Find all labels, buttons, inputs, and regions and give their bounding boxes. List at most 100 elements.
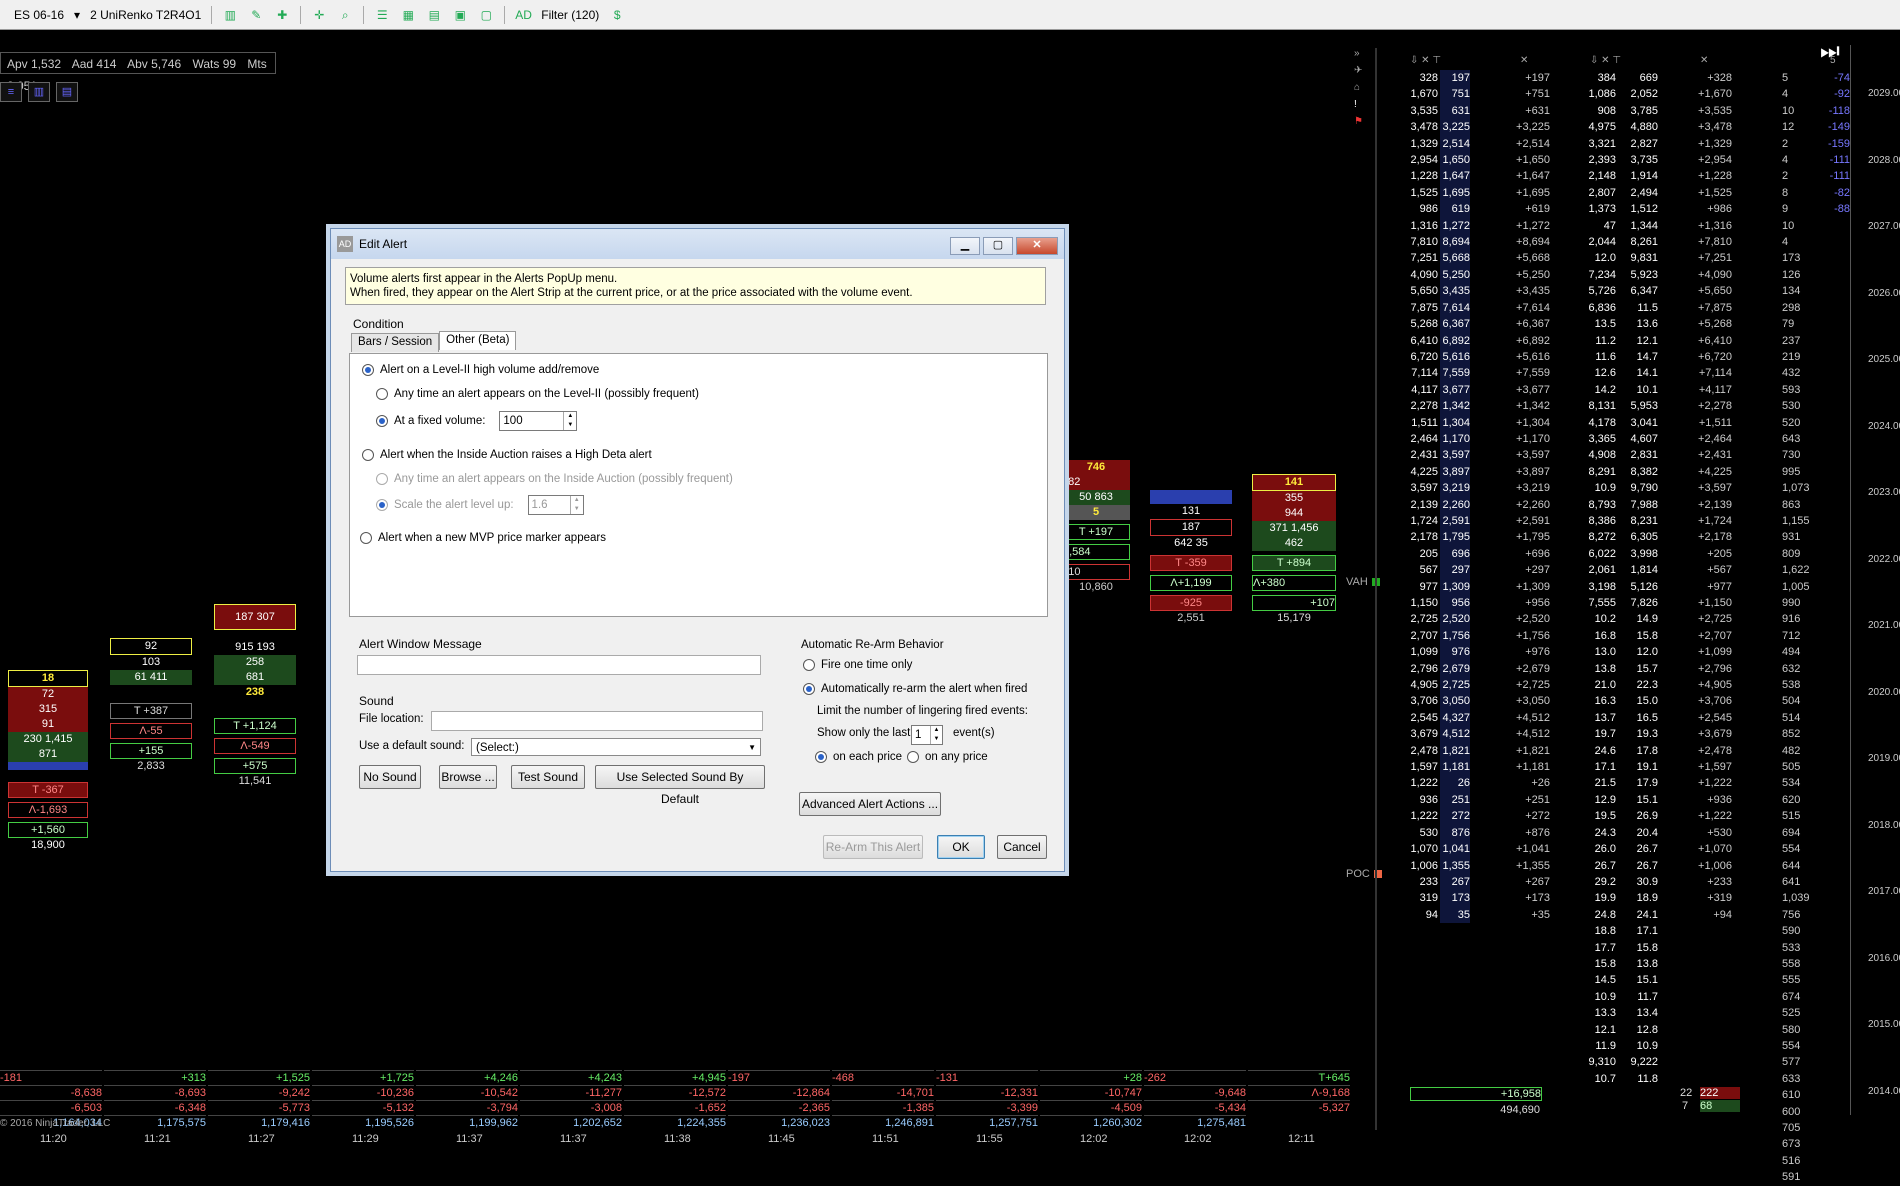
ad-icon[interactable]: AD <box>515 7 532 23</box>
ok-button[interactable]: OK <box>937 835 985 859</box>
ladder-ask-cell: 3,219 <box>1442 482 1470 495</box>
ladder-bid2-cell: 7,234 <box>1588 268 1616 281</box>
strip-cell: -262 <box>1144 1070 1246 1085</box>
stat-wats: Wats 99 <box>192 57 237 71</box>
summary-volume: 494,690 <box>1500 1104 1540 1116</box>
flag-icon[interactable]: ⚑ <box>1354 116 1370 127</box>
on-each-price-option[interactable]: on each price <box>815 751 902 763</box>
ladder-delta2-cell: +1,150 <box>1698 597 1732 609</box>
ladder-delta2-cell: +7,875 <box>1698 301 1732 314</box>
pin-icon[interactable]: ✈ <box>1354 65 1370 76</box>
ladder-ask-cell: 976 <box>1451 646 1470 659</box>
bar-type-icon[interactable]: ▥ <box>222 7 238 23</box>
test-sound-button[interactable]: Test Sound <box>511 765 585 789</box>
price-label: 2027.00 <box>1868 221 1900 232</box>
price-label: 2017.00 <box>1868 886 1900 897</box>
skip-end-icon[interactable]: ⏭ <box>1820 38 1840 64</box>
tab-bars-session[interactable]: Bars / Session <box>351 333 440 352</box>
ladder-delta2-cell: +4,117 <box>1698 383 1732 396</box>
price-label: 2024.00 <box>1868 420 1900 432</box>
menu-icon[interactable]: ≡ <box>0 82 22 102</box>
radio-fire-once[interactable] <box>803 659 815 671</box>
use-selected-sound-button[interactable]: Use Selected Sound By Default <box>595 765 765 806</box>
ladder-bid2-cell: 19.5 <box>1594 810 1616 823</box>
strip-cell: 1,224,355 <box>624 1115 726 1130</box>
radio-fixed[interactable] <box>376 415 388 427</box>
chevron-down-icon[interactable]: ▾ <box>74 8 80 22</box>
option-inside-auction[interactable]: Alert when the Inside Auction raises a H… <box>362 449 652 461</box>
crosshair-icon[interactable]: ✛ <box>311 7 327 23</box>
bar-delta: -925 <box>1150 595 1232 611</box>
browse-button[interactable]: Browse ... <box>439 765 497 789</box>
radio-level2[interactable] <box>362 364 374 376</box>
ladder-bid2-cell: 2,148 <box>1588 170 1616 183</box>
chart-type-selector[interactable]: 2 UniRenko T2R4O1 <box>90 8 201 22</box>
radio-auto-rearm[interactable] <box>803 683 815 695</box>
no-sound-button[interactable]: No Sound <box>359 765 421 789</box>
close-icon[interactable]: ✕ <box>1016 237 1058 255</box>
default-sound-select[interactable]: (Select:) ▼ <box>471 738 761 756</box>
on-any-price-option[interactable]: on any price <box>907 751 988 763</box>
option-level2[interactable]: Alert on a Level-II high volume add/remo… <box>362 364 599 376</box>
ladder-bid2-cell: 3,321 <box>1588 137 1616 150</box>
ladder-bid2-cell: 13.5 <box>1594 318 1616 331</box>
bars-icon[interactable]: ▥ <box>28 82 50 102</box>
option-any-l2[interactable]: Any time an alert appears on the Level-I… <box>376 388 699 400</box>
bar-value: 72 <box>8 687 88 702</box>
ladder-delta-cell: +1,355 <box>1516 859 1550 872</box>
properties-icon[interactable]: ☰ <box>374 7 390 23</box>
tab-other-beta[interactable]: Other (Beta) <box>439 331 517 350</box>
lock-icon[interactable]: ⌂ <box>1354 82 1370 93</box>
strategies-icon[interactable]: ▤ <box>426 7 442 23</box>
snapshot-icon[interactable]: ▣ <box>452 7 468 23</box>
zoom-icon[interactable]: ⌕ <box>337 7 353 23</box>
ladder-bid-cell: 1,316 <box>1410 219 1438 232</box>
fixed-volume-stepper[interactable]: 100 ▲ ▼ <box>499 411 578 431</box>
file-location-input[interactable] <box>431 711 763 731</box>
ladder-bid-cell: 2,139 <box>1410 498 1438 511</box>
cancel-button[interactable]: Cancel <box>997 835 1047 859</box>
radio-any-l2[interactable] <box>376 388 388 400</box>
instrument-selector[interactable]: ES 06-16 <box>14 8 64 22</box>
dollar-icon[interactable]: $ <box>609 7 625 23</box>
advanced-alert-actions-button[interactable]: Advanced Alert Actions ... <box>799 792 941 816</box>
expand-icon[interactable]: » <box>1354 48 1370 59</box>
stepper-arrows[interactable]: ▲ ▼ <box>929 726 942 744</box>
radio-inside[interactable] <box>362 449 374 461</box>
ladder-pl-cell: 4 <box>1782 236 1789 249</box>
ladder-delta-cell: +1,309 <box>1516 580 1550 593</box>
panel-icon[interactable]: ▤ <box>56 82 78 102</box>
window-message-input[interactable] <box>357 655 761 675</box>
add-indicator-icon[interactable]: ✚ <box>274 7 290 23</box>
strip-cell: -6,348 <box>104 1100 206 1115</box>
option-mvp[interactable]: Alert when a new MVP price marker appear… <box>360 532 606 544</box>
ladder-pl-cell: 931 <box>1782 531 1801 544</box>
filter-button[interactable]: Filter (120) <box>541 8 599 22</box>
stepper-value[interactable]: 1 <box>912 726 930 744</box>
ladder-bid2-cell: 21.0 <box>1594 679 1616 692</box>
strip-cell: 1,195,526 <box>312 1115 414 1130</box>
pencil-icon[interactable]: ✎ <box>248 7 264 23</box>
ladder-ask-cell: 1,355 <box>1442 859 1470 872</box>
stepper-value[interactable]: 100 <box>500 412 563 430</box>
fire-once-option[interactable]: Fire one time only <box>803 659 912 671</box>
auto-rearm-option[interactable]: Automatically re-arm the alert when fire… <box>803 683 1027 695</box>
data-box-icon[interactable]: ▢ <box>478 7 494 23</box>
show-last-stepper[interactable]: 1 ▲ ▼ <box>911 725 943 745</box>
ladder-ask-cell: 696 <box>1451 547 1470 560</box>
radio-on-each[interactable] <box>815 751 827 763</box>
maximize-icon[interactable]: ▢ <box>983 237 1013 255</box>
stepper-arrows[interactable]: ▲ ▼ <box>563 412 576 430</box>
radio-mvp[interactable] <box>360 532 372 544</box>
bar-lambda: Λ-549 <box>214 738 296 754</box>
indicators-icon[interactable]: ▦ <box>400 7 416 23</box>
alert-icon[interactable]: ! <box>1354 99 1370 110</box>
ladder-ask2-cell: 24.1 <box>1636 908 1658 921</box>
option-fixed-volume[interactable]: At a fixed volume: 100 ▲ ▼ <box>376 411 578 431</box>
ladder-pl-cell: 4 <box>1782 88 1789 101</box>
ladder-delta2-cell: +3,679 <box>1698 728 1732 741</box>
radio-on-any[interactable] <box>907 751 919 763</box>
option-scale: Scale the alert level up: 1.6 ▲ ▼ <box>376 495 584 515</box>
minimize-icon[interactable]: ▁ <box>950 237 980 255</box>
dialog-titlebar[interactable]: AD Edit Alert ▁ ▢ ✕ <box>331 229 1064 259</box>
